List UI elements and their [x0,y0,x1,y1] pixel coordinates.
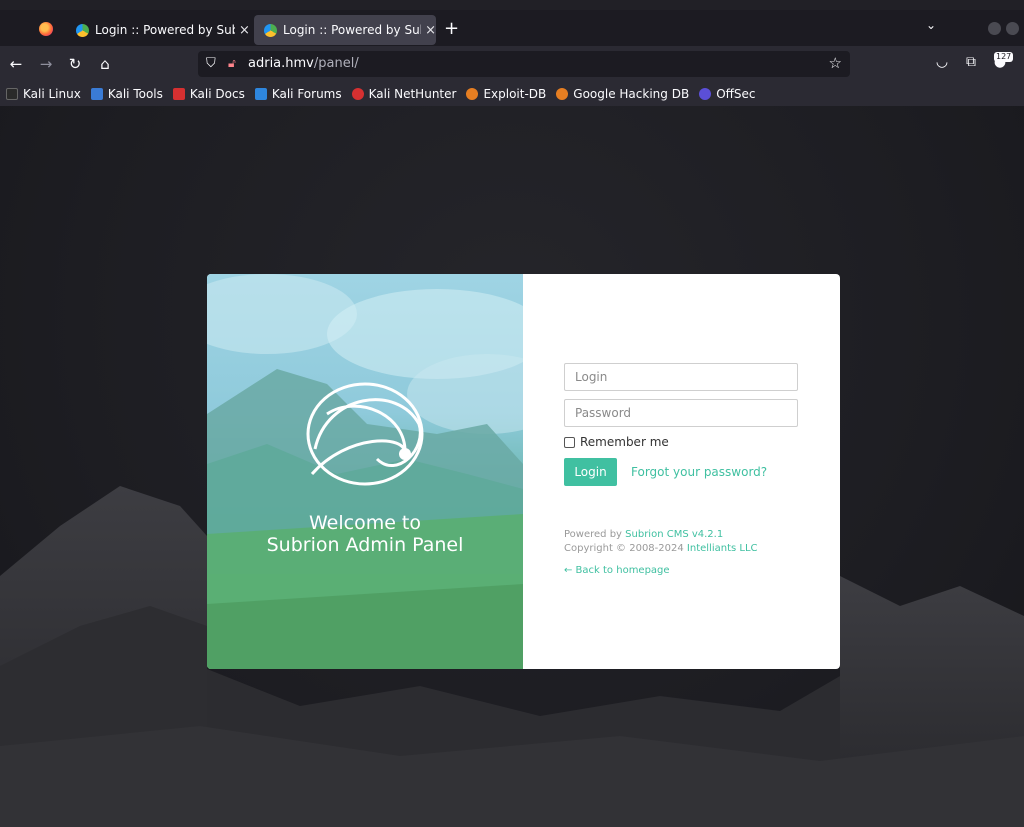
remember-me-checkbox[interactable]: Remember me [564,435,798,449]
bookmark-star-icon[interactable]: ☆ [829,54,842,72]
copyright-prefix: Copyright © 2008-2024 [564,543,684,554]
pocket-icon[interactable]: ◡ [932,54,952,70]
kali-dragon-icon [6,88,18,100]
page-viewport: Welcome to Subrion Admin Panel Remember … [0,106,1024,827]
login-button[interactable]: Login [564,458,617,486]
tab-title: Login :: Powered by Subrion CMS [283,23,421,37]
subrion-cms-link[interactable]: Subrion CMS v4.2.1 [625,529,723,540]
kali-forums-icon [254,88,267,100]
login-card: Welcome to Subrion Admin Panel Remember … [207,274,840,669]
firefox-icon[interactable] [39,22,53,36]
bookmark-kali-linux[interactable]: Kali Linux [6,87,81,101]
login-input[interactable] [564,363,798,391]
subrion-logo-icon [306,382,424,486]
bookmark-label: OffSec [716,87,756,101]
bookmarks-toolbar: Kali Linux Kali Tools Kali Docs Kali For… [0,82,1024,106]
exploit-db-icon [466,88,479,100]
back-to-homepage-link[interactable]: ← Back to homepage [564,565,798,576]
url-path: /panel/ [313,56,359,71]
bookmark-kali-docs[interactable]: Kali Docs [172,87,245,101]
bookmark-kali-forums[interactable]: Kali Forums [254,87,342,101]
address-bar[interactable]: ⛉ 🔓︎ adria.hmv/panel/ ☆ [198,51,850,77]
powered-by-line: Powered by Subrion CMS v4.2.1 [564,528,798,542]
new-tab-button[interactable]: + [444,18,459,40]
bookmark-label: Kali Docs [189,87,245,101]
form-actions: Login Forgot your password? [564,458,798,486]
welcome-line-2: Subrion Admin Panel [266,534,464,556]
subrion-favicon-icon [76,23,89,37]
copyright-line: Copyright © 2008-2024 Intelliants LLC [564,542,798,556]
tab-title: Login :: Powered by Subrion CMS [95,23,235,37]
navigation-toolbar: ← → ↻ ⌂ ⛉ 🔓︎ adria.hmv/panel/ ☆ ◡ ⧉ ● [0,46,1024,82]
welcome-line-1: Welcome to [308,512,422,534]
forgot-password-link[interactable]: Forgot your password? [631,465,767,479]
intelliants-link[interactable]: Intelliants LLC [687,543,758,554]
url-host: adria.hmv [248,56,314,71]
extensions-icon[interactable]: ⧉ [961,54,981,70]
os-menu-strip [0,0,1024,10]
back-arrow-icon[interactable]: ← [6,54,26,74]
tab-2-active[interactable]: Login :: Powered by Subrion CMS × [254,15,436,45]
bookmark-label: Kali Linux [23,87,81,101]
bookmark-kali-nethunter[interactable]: Kali NetHunter [351,87,457,101]
checkbox-square[interactable] [564,436,575,448]
close-tab-icon[interactable]: × [239,23,250,38]
tab-1[interactable]: Login :: Powered by Subrion CMS × [66,14,250,46]
bookmark-exploit-db[interactable]: Exploit-DB [466,87,546,101]
close-tab-icon[interactable]: × [425,23,436,38]
remember-me-label: Remember me [580,435,669,449]
subrion-favicon-icon [264,23,277,37]
bookmark-label: Kali NetHunter [368,87,457,101]
url-text[interactable]: adria.hmv/panel/ [248,56,359,71]
reload-icon[interactable]: ↻ [65,54,85,74]
ghdb-icon [556,88,569,100]
bookmark-offsec[interactable]: OffSec [699,87,756,101]
list-all-tabs-icon[interactable]: ⌄ [926,18,936,32]
offsec-icon [699,88,712,100]
footer-meta: Powered by Subrion CMS v4.2.1 Copyright … [564,528,798,556]
welcome-hero-panel: Welcome to Subrion Admin Panel [207,274,523,669]
bookmark-kali-tools[interactable]: Kali Tools [90,87,163,101]
bookmark-label: Google Hacking DB [573,87,690,101]
kali-docs-icon [172,88,185,100]
extension-badge: 127 [994,52,1014,62]
bookmark-label: Kali Tools [107,87,163,101]
forward-arrow-icon[interactable]: → [36,54,56,74]
login-form: Remember me Login Forgot your password? … [564,363,798,576]
tracking-protection-shield-icon[interactable]: ⛉ [206,56,216,71]
bookmark-label: Exploit-DB [483,87,547,101]
tab-bar: Login :: Powered by Subrion CMS × Login … [0,0,1024,46]
kali-tools-icon [90,88,103,100]
insecure-lock-icon[interactable]: 🔓︎ [228,56,236,71]
home-icon[interactable]: ⌂ [95,54,115,74]
welcome-heading: Welcome to Subrion Admin Panel [207,512,523,556]
close-window-button[interactable] [1006,22,1019,35]
bookmark-label: Kali Forums [271,87,342,101]
minimize-window-button[interactable] [988,22,1001,35]
bookmark-google-hacking-db[interactable]: Google Hacking DB [556,87,689,101]
kali-nethunter-icon [351,88,364,100]
password-input[interactable] [564,399,798,427]
powered-by-prefix: Powered by [564,529,622,540]
